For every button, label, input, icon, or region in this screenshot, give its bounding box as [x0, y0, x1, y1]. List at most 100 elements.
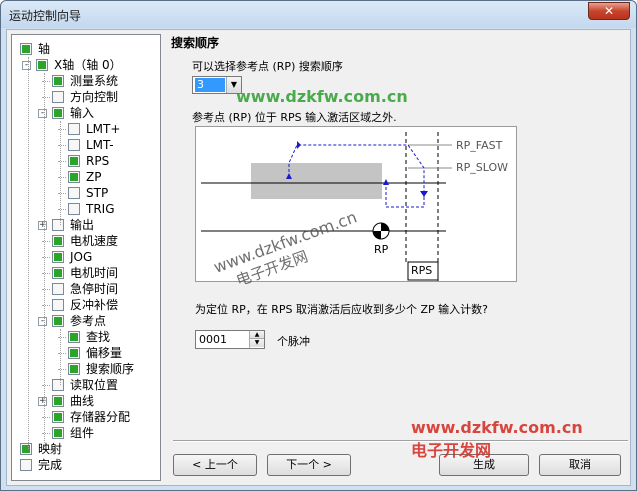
tree-item-label: TRIG — [86, 202, 115, 216]
checkbox-icon[interactable] — [52, 411, 64, 423]
tree-item-label: LMT- — [86, 138, 114, 152]
rp-fast-label: RP_FAST — [456, 139, 503, 152]
checkbox-icon[interactable] — [68, 139, 80, 151]
tree-item-label: 电机时间 — [70, 266, 119, 280]
tree-item[interactable]: 读取位置 — [12, 377, 160, 393]
tree-item[interactable]: LMT- — [12, 137, 160, 153]
expand-icon[interactable]: + — [38, 221, 47, 230]
stepper-up-icon[interactable]: ▲ — [250, 331, 264, 339]
tree-item[interactable]: - 参考点 — [12, 313, 160, 329]
tree-item[interactable]: 急停时间 — [12, 281, 160, 297]
checkbox-icon[interactable] — [68, 203, 80, 215]
tree-item[interactable]: 查找 — [12, 329, 160, 345]
search-order-value: 3 — [195, 78, 225, 92]
next-button[interactable]: 下一个 > — [267, 454, 351, 476]
checkbox-icon[interactable] — [20, 43, 32, 55]
zp-count-stepper[interactable]: 0001 ▲ ▼ — [195, 330, 265, 349]
tree-item-label: JOG — [70, 250, 93, 264]
tree-item-label: 存储器分配 — [70, 410, 131, 424]
tree-item[interactable]: 偏移量 — [12, 345, 160, 361]
checkbox-icon[interactable] — [52, 283, 64, 295]
tree-item-label: 查找 — [86, 330, 111, 344]
diagram-caption: 参考点 (RP) 位于 RPS 输入激活区域之外. — [192, 111, 397, 124]
tree-item[interactable]: 组件 — [12, 425, 160, 441]
checkbox-icon[interactable] — [52, 235, 64, 247]
tree-item[interactable]: 方向控制 — [12, 89, 160, 105]
tree-item[interactable]: 映射 — [12, 441, 160, 457]
tree-item-label: LMT+ — [86, 122, 121, 136]
watermark-url-top: www.dzkfw.com.cn — [236, 87, 408, 106]
expand-icon[interactable]: + — [38, 397, 47, 406]
collapse-icon[interactable]: - — [38, 317, 47, 326]
tree-item-label: 组件 — [70, 426, 95, 440]
tree-item[interactable]: - 输入 — [12, 105, 160, 121]
checkbox-icon[interactable] — [68, 187, 80, 199]
tree-item-label: 参考点 — [70, 314, 107, 328]
checkbox-icon[interactable] — [20, 459, 32, 471]
tree-item-label: 反冲补偿 — [70, 298, 119, 312]
stepper-down-icon[interactable]: ▼ — [250, 339, 264, 347]
checkbox-icon[interactable] — [68, 123, 80, 135]
checkbox-icon[interactable] — [36, 59, 48, 71]
tree-item-label: X轴（轴 0） — [54, 58, 122, 72]
tree-item[interactable]: RPS — [12, 153, 160, 169]
tree-item[interactable]: ZP — [12, 169, 160, 185]
checkbox-icon[interactable] — [68, 363, 80, 375]
tree-item-label: ZP — [86, 170, 102, 184]
tree-item-label: 读取位置 — [70, 378, 119, 392]
select-prompt: 可以选择参考点 (RP) 搜索顺序 — [192, 60, 343, 73]
checkbox-icon[interactable] — [52, 315, 64, 327]
window-title: 运动控制向导 — [9, 9, 82, 23]
rps-active-zone — [251, 163, 382, 199]
tree-item[interactable]: JOG — [12, 249, 160, 265]
tree-item[interactable]: TRIG — [12, 201, 160, 217]
checkbox-icon[interactable] — [68, 347, 80, 359]
tree-item-label: 轴 — [38, 42, 51, 56]
page-title: 搜索顺序 — [171, 36, 220, 50]
collapse-icon[interactable]: - — [38, 109, 47, 118]
search-order-select[interactable]: 3 ▼ — [192, 76, 242, 94]
tree-item[interactable]: - X轴（轴 0） — [12, 57, 160, 73]
checkbox-icon[interactable] — [52, 107, 64, 119]
checkbox-icon[interactable] — [68, 331, 80, 343]
checkbox-icon[interactable] — [20, 443, 32, 455]
tree-item[interactable]: 电机速度 — [12, 233, 160, 249]
checkbox-icon[interactable] — [52, 251, 64, 263]
tree-item[interactable]: 反冲补偿 — [12, 297, 160, 313]
checkbox-icon[interactable] — [52, 219, 64, 231]
wizard-window: 运动控制向导 ✕ 轴 - X轴（轴 0） 测量系统 方向控制 - 输入 LMT+ LMT- RPS… — [0, 0, 637, 491]
cancel-button[interactable]: 取消 — [539, 454, 621, 476]
prev-button[interactable]: < 上一个 — [173, 454, 257, 476]
tree-item[interactable]: 完成 — [12, 457, 160, 473]
rps-label: RPS — [411, 264, 433, 277]
tree-item[interactable]: 存储器分配 — [12, 409, 160, 425]
tree-item[interactable]: 搜索顺序 — [12, 361, 160, 377]
tree-item-label: 输入 — [70, 106, 95, 120]
tree-item[interactable]: LMT+ — [12, 121, 160, 137]
checkbox-icon[interactable] — [52, 75, 64, 87]
tree-item[interactable]: 测量系统 — [12, 73, 160, 89]
checkbox-icon[interactable] — [52, 395, 64, 407]
checkbox-icon[interactable] — [68, 171, 80, 183]
tree-item[interactable]: 轴 — [12, 41, 160, 57]
checkbox-icon[interactable] — [68, 155, 80, 167]
title-bar[interactable]: 运动控制向导 ✕ — [1, 1, 636, 28]
tree-item-label: RPS — [86, 154, 110, 168]
tree-item[interactable]: + 输出 — [12, 217, 160, 233]
collapse-icon[interactable]: - — [22, 61, 31, 70]
tree-item[interactable]: 电机时间 — [12, 265, 160, 281]
checkbox-icon[interactable] — [52, 299, 64, 311]
close-button[interactable]: ✕ — [588, 2, 630, 20]
checkbox-icon[interactable] — [52, 267, 64, 279]
navigation-tree: 轴 - X轴（轴 0） 测量系统 方向控制 - 输入 LMT+ LMT- RPS ZP STP TRIG… — [11, 34, 161, 481]
checkbox-icon[interactable] — [52, 379, 64, 391]
tree-item-label: 曲线 — [70, 394, 95, 408]
tree-item[interactable]: + 曲线 — [12, 393, 160, 409]
checkbox-icon[interactable] — [52, 427, 64, 439]
zp-count-value: 0001 — [199, 333, 227, 346]
tree-item[interactable]: STP — [12, 185, 160, 201]
checkbox-icon[interactable] — [52, 91, 64, 103]
tree-item-label: 急停时间 — [70, 282, 119, 296]
tree-item-label: 搜索顺序 — [86, 362, 135, 376]
watermark-url-bottom: www.dzkfw.com.cn — [411, 418, 583, 437]
